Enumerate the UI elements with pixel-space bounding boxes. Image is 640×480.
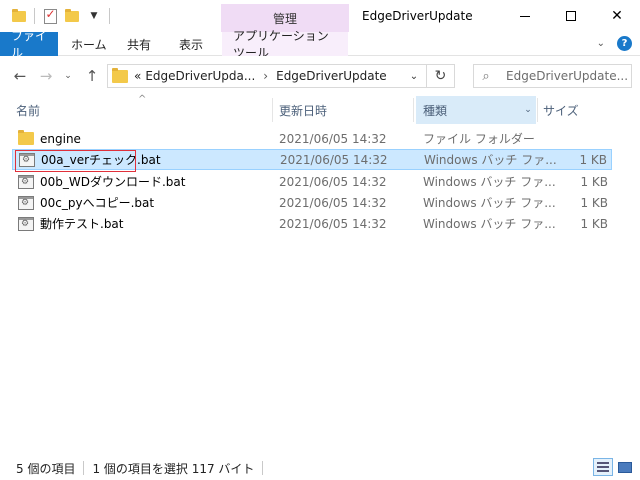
- help-icon[interactable]: ?: [617, 36, 632, 51]
- file-type: Windows バッチ ファ...: [423, 196, 556, 210]
- minimize-button[interactable]: [502, 0, 548, 32]
- column-type[interactable]: 種類: [416, 96, 520, 124]
- batch-file-icon: [18, 216, 34, 231]
- up-arrow-icon[interactable]: ↑: [82, 66, 102, 86]
- properties-icon[interactable]: [39, 6, 61, 26]
- batch-file-icon: [18, 174, 34, 189]
- file-name-cell: engine: [18, 130, 81, 146]
- tab-file[interactable]: ファイル: [0, 29, 58, 60]
- column-divider[interactable]: [413, 98, 414, 122]
- search-placeholder: EdgeDriverUpdate...: [506, 69, 629, 83]
- breadcrumb-chevron-icon[interactable]: ›: [263, 69, 268, 83]
- close-button[interactable]: ✕: [594, 0, 640, 32]
- divider: [109, 8, 110, 24]
- folder-icon: [18, 130, 34, 145]
- file-type: Windows バッチ ファ...: [424, 153, 557, 167]
- search-input[interactable]: ⌕ EdgeDriverUpdate...: [473, 64, 632, 88]
- tab-share[interactable]: 共有: [116, 32, 162, 56]
- column-date-modified[interactable]: 更新日時: [279, 96, 411, 124]
- list-item[interactable]: engine 2021/06/05 14:32 ファイル フォルダー: [12, 128, 612, 149]
- ribbon-right-controls: ⌄ ?: [597, 36, 632, 51]
- breadcrumb-current[interactable]: EdgeDriverUpdate: [276, 69, 387, 83]
- column-size[interactable]: サイズ: [543, 96, 623, 124]
- minimize-icon: [520, 15, 530, 17]
- file-name: 00b_WDダウンロード.bat: [40, 175, 186, 189]
- large-icons-view-button[interactable]: [615, 458, 635, 476]
- list-item[interactable]: 00c_pyへコピー.bat 2021/06/05 14:32 Windows …: [12, 192, 612, 213]
- refresh-icon: ↻: [434, 68, 447, 84]
- large-icons-view-icon: [618, 461, 632, 473]
- column-type-label: 種類: [423, 103, 448, 118]
- back-arrow-icon[interactable]: ←: [10, 66, 30, 86]
- window-title: EdgeDriverUpdate: [362, 9, 473, 23]
- divider: [83, 461, 85, 475]
- breadcrumb-overflow[interactable]: «: [134, 69, 141, 83]
- maximize-button[interactable]: [548, 0, 594, 32]
- file-name: 動作テスト.bat: [40, 217, 124, 231]
- ribbon-tab-bar: ファイル ホーム 共有 表示 アプリケーション ツール ⌄ ?: [0, 29, 640, 60]
- details-view-button[interactable]: [593, 458, 613, 476]
- tab-view[interactable]: 表示: [168, 32, 214, 56]
- file-type: Windows バッチ ファ...: [423, 217, 556, 231]
- file-size: 1 KB: [580, 174, 608, 189]
- column-divider[interactable]: [537, 98, 538, 122]
- tab-application-tools[interactable]: アプリケーション ツール: [222, 29, 348, 60]
- selection-info: 1 個の項目を選択 117 バイト: [92, 461, 255, 476]
- quick-access-toolbar: ▼: [8, 6, 114, 26]
- folder-icon[interactable]: [8, 6, 30, 26]
- column-name[interactable]: 名前: [16, 96, 270, 124]
- file-name: engine: [40, 131, 81, 146]
- column-divider[interactable]: [272, 98, 273, 122]
- recent-locations-chevron-icon[interactable]: ⌄: [58, 66, 78, 86]
- divider: [34, 8, 35, 24]
- list-item[interactable]: 00b_WDダウンロード.bat 2021/06/05 14:32 Window…: [12, 171, 612, 192]
- navigation-bar: ← → ⌄ ↑ « EdgeDriverUpda... › EdgeDriver…: [0, 56, 640, 96]
- folder-icon: [108, 67, 132, 83]
- breadcrumb-parent[interactable]: EdgeDriverUpda...: [145, 69, 255, 83]
- file-name-cell: 00c_pyへコピー.bat: [18, 194, 154, 211]
- file-date: 2021/06/05 14:32: [280, 152, 388, 167]
- file-size: 1 KB: [579, 152, 607, 167]
- item-count: 5 個の項目: [16, 461, 76, 476]
- file-type: ファイル フォルダー: [423, 132, 535, 146]
- divider: [262, 461, 264, 475]
- customize-toolbar-dropdown-icon[interactable]: ▼: [83, 6, 105, 26]
- search-icon: ⌕: [482, 68, 490, 84]
- new-folder-icon[interactable]: [61, 6, 83, 26]
- highlight-annotation-box: [15, 150, 136, 172]
- file-name-cell: 動作テスト.bat: [18, 215, 124, 232]
- address-dropdown-icon[interactable]: ⌄: [402, 65, 426, 87]
- details-view-icon: [597, 462, 609, 472]
- file-date: 2021/06/05 14:32: [279, 131, 387, 146]
- column-type-filter-icon[interactable]: ⌄: [520, 96, 536, 124]
- file-size: 1 KB: [580, 216, 608, 231]
- list-item[interactable]: 動作テスト.bat 2021/06/05 14:32 Windows バッチ フ…: [12, 213, 612, 234]
- file-date: 2021/06/05 14:32: [279, 195, 387, 210]
- file-size: 1 KB: [580, 195, 608, 210]
- expand-ribbon-icon[interactable]: ⌄: [597, 38, 605, 49]
- file-date: 2021/06/05 14:32: [279, 174, 387, 189]
- file-date: 2021/06/05 14:32: [279, 216, 387, 231]
- address-bar[interactable]: « EdgeDriverUpda... › EdgeDriverUpdate ⌄…: [107, 64, 455, 88]
- maximize-icon: [566, 11, 576, 21]
- forward-arrow-icon[interactable]: →: [36, 66, 56, 86]
- tab-home[interactable]: ホーム: [60, 32, 118, 56]
- file-type: Windows バッチ ファ...: [423, 175, 556, 189]
- file-name-cell: 00b_WDダウンロード.bat: [18, 173, 185, 190]
- close-icon: ✕: [611, 8, 623, 24]
- column-header-row: ^ 名前 更新日時 種類 ⌄ サイズ: [0, 94, 640, 124]
- status-bar: 5 個の項目 1 個の項目を選択 117 バイト: [0, 456, 640, 480]
- refresh-button[interactable]: ↻: [426, 65, 454, 87]
- file-name: 00c_pyへコピー.bat: [40, 196, 155, 210]
- batch-file-icon: [18, 195, 34, 210]
